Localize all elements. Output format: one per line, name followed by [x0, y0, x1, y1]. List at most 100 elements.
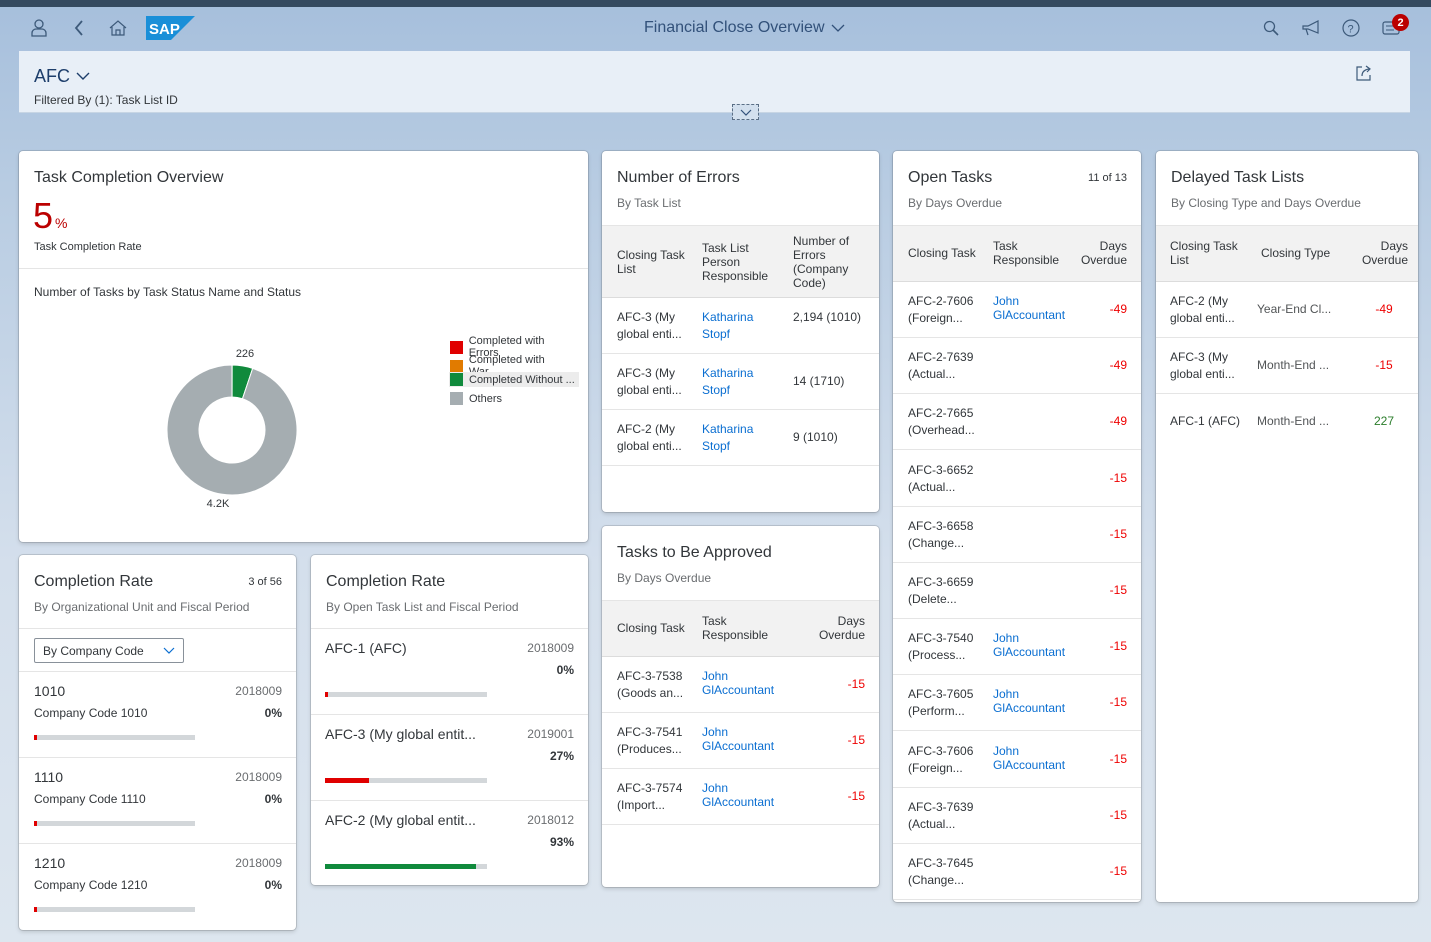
list-item[interactable]: 1110 2018009 Company Code 1110 0%: [19, 758, 296, 844]
legend-swatch: [450, 392, 463, 405]
number-of-errors-card[interactable]: Number of Errors By Task List Closing Ta…: [602, 151, 879, 512]
closing-task-list: AFC-3 (My: [1170, 350, 1228, 364]
closing-task-desc: (Perform...: [908, 704, 965, 719]
error-count: 2,194 (1010): [793, 310, 862, 324]
app-title: Financial Close Overview: [644, 19, 825, 36]
donut-chart[interactable]: 226 4.2K: [19, 341, 439, 541]
legend-item[interactable]: Completed Without ...: [449, 372, 579, 387]
list-item[interactable]: AFC-2 (My global entit... 2018012 93%: [311, 801, 588, 885]
table-row[interactable]: AFC-2-7665 (Overhead... -49: [893, 394, 1141, 451]
list-item[interactable]: AFC-1 (AFC) 2018009 0%: [311, 629, 588, 715]
help-icon[interactable]: ?: [1340, 17, 1362, 39]
task-completion-card[interactable]: Task Completion Overview 5% Task Complet…: [19, 151, 588, 542]
open-tasks-card[interactable]: Open Tasks 11 of 13 By Days Overdue Clos…: [893, 151, 1141, 902]
task-responsible-link[interactable]: John GlAccountant: [993, 686, 1065, 717]
collapse-header-button[interactable]: [732, 104, 759, 120]
donut-slice-3[interactable]: [166, 364, 298, 496]
legend-swatch: [450, 373, 463, 386]
table-row[interactable]: AFC-3-7639 (Actual... -15: [893, 788, 1141, 844]
card-title: Task Completion Overview: [34, 169, 224, 186]
task-responsible-link[interactable]: John GlAccountant: [702, 724, 774, 755]
table-row[interactable]: AFC-3 (My global enti... Katharina Stopf 1…: [602, 354, 879, 410]
svg-text:?: ?: [1348, 24, 1354, 36]
days-overdue: -15: [847, 789, 865, 803]
closing-task-desc: (Process...: [908, 648, 966, 663]
search-icon[interactable]: [1260, 17, 1282, 39]
closing-task-desc: (Foreign...: [908, 311, 963, 325]
closing-task-desc: (Delete...: [908, 592, 957, 606]
task-responsible-link[interactable]: John GlAccountant: [702, 780, 774, 811]
completion-percent: 0%: [264, 878, 282, 892]
table-row[interactable]: AFC-2-7639 (Actual... -49: [893, 338, 1141, 395]
variant-selector[interactable]: AFC: [34, 66, 90, 87]
person-responsible-link[interactable]: Katharina Stopf: [702, 309, 772, 343]
sap-logo[interactable]: SAP: [146, 16, 195, 40]
days-overdue: -15: [1109, 751, 1127, 766]
person-responsible-link[interactable]: Katharina Stopf: [702, 365, 772, 399]
list-item[interactable]: 1210 2018009 Company Code 1210 0%: [19, 844, 296, 930]
person-responsible-link[interactable]: Katharina Stopf: [702, 421, 772, 455]
card-title: Completion Rate: [34, 573, 154, 590]
column-header: Closing Task List: [1170, 239, 1238, 267]
company-code-select[interactable]: By Company Code: [34, 638, 184, 663]
days-overdue: -49: [1109, 414, 1127, 429]
table-row[interactable]: AFC-3-7605 (Perform... John GlAccountant -15: [893, 675, 1141, 732]
task-responsible-link[interactable]: John GlAccountant: [993, 293, 1065, 324]
table-row[interactable]: AFC-3-7541 (Produces... John GlAccountant -1…: [602, 713, 879, 769]
responsible-last: GlAccountant: [993, 645, 1066, 660]
share-icon[interactable]: [1356, 65, 1372, 86]
task-responsible-link[interactable]: John GlAccountant: [993, 630, 1065, 661]
task-responsible-link[interactable]: John GlAccountant: [993, 743, 1065, 774]
table-row[interactable]: AFC-3-6659 (Delete... -15: [893, 563, 1141, 619]
megaphone-icon[interactable]: [1300, 17, 1322, 39]
error-count: 9 (1010): [793, 430, 838, 444]
table-row[interactable]: AFC-2 (My global enti... Year-End Cl... -49: [1156, 282, 1418, 338]
completion-percent: 27%: [549, 749, 574, 763]
variant-name: AFC: [34, 66, 70, 86]
chevron-down-icon: [163, 647, 175, 654]
table-row[interactable]: AFC-2-7606 (Foreign... John GlAccountant -49: [893, 282, 1141, 338]
list-item[interactable]: AFC-3 (My global entit... 2019001 27%: [311, 715, 588, 801]
legend-item[interactable]: Others: [449, 391, 579, 406]
fiscal-period: 2019001: [527, 727, 574, 741]
list-item[interactable]: 1010 2018009 Company Code 1010 0%: [19, 672, 296, 758]
delayed-task-lists-card[interactable]: Delayed Task Lists By Closing Type and D…: [1156, 151, 1418, 902]
back-icon[interactable]: [68, 17, 90, 39]
table-row[interactable]: AFC-1 (AFC) Month-End ... 227: [1156, 394, 1418, 450]
column-header: Closing Task List: [617, 248, 685, 276]
table-row[interactable]: AFC-3 (My global enti... Month-End ... -15: [1156, 338, 1418, 394]
closing-task-desc: (Import...: [617, 798, 666, 812]
closing-task-id: AFC-3-7541: [617, 725, 683, 739]
column-header: Closing Type: [1261, 246, 1331, 260]
window-top-border: [0, 0, 1431, 7]
completion-rate-list-card[interactable]: Completion Rate By Open Task List and Fi…: [311, 555, 588, 885]
table-row[interactable]: AFC-3-7645 (Change... -15: [893, 844, 1141, 900]
task-responsible-link[interactable]: John GlAccountant: [702, 668, 774, 699]
data-label: 226: [236, 348, 254, 360]
company-code: 1210: [34, 855, 66, 871]
table-row[interactable]: AFC-3 (My global enti... Katharina Stopf 2…: [602, 298, 879, 354]
tasks-to-be-approved-card[interactable]: Tasks to Be Approved By Days Overdue Clo…: [602, 526, 879, 887]
shell-bar: SAP Financial Close Overview ? 2: [0, 7, 1431, 51]
closing-task-id: AFC-2-7606: [908, 294, 974, 308]
select-value: By Company Code: [43, 643, 144, 658]
table-row[interactable]: AFC-3-7538 (Goods an... John GlAccountant -1…: [602, 657, 879, 713]
completion-rate-org-card[interactable]: Completion Rate 3 of 56 By Organizationa…: [19, 555, 296, 930]
table-row[interactable]: AFC-2 (My global enti... Katharina Stopf 9…: [602, 410, 879, 466]
card-subtitle: By Organizational Unit and Fiscal Period: [34, 600, 250, 614]
company-code: 1110: [34, 769, 64, 785]
home-icon[interactable]: [107, 17, 129, 39]
days-overdue: 227: [1373, 414, 1395, 428]
table-row[interactable]: AFC-3-6658 (Change... -15: [893, 507, 1141, 563]
table-row[interactable]: AFC-3-7606 (Foreign... John GlAccountant -15: [893, 732, 1141, 788]
app-title-menu[interactable]: Financial Close Overview: [644, 19, 845, 37]
column-header: Closing Task: [617, 621, 685, 635]
table-row[interactable]: AFC-3-6652 (Actual... -15: [893, 451, 1141, 507]
table-row[interactable]: AFC-3-7574 (Import... John GlAccountant -15: [602, 769, 879, 825]
table-row[interactable]: AFC-3-7540 (Process... John GlAccountant -15: [893, 619, 1141, 676]
user-icon[interactable]: [28, 17, 50, 39]
fiscal-period: 2018009: [235, 770, 282, 784]
column-header: Number of Errors (Company Code): [793, 234, 850, 290]
column-header: Days Overdue: [1080, 239, 1127, 267]
kpi-value: 5%: [33, 195, 68, 236]
